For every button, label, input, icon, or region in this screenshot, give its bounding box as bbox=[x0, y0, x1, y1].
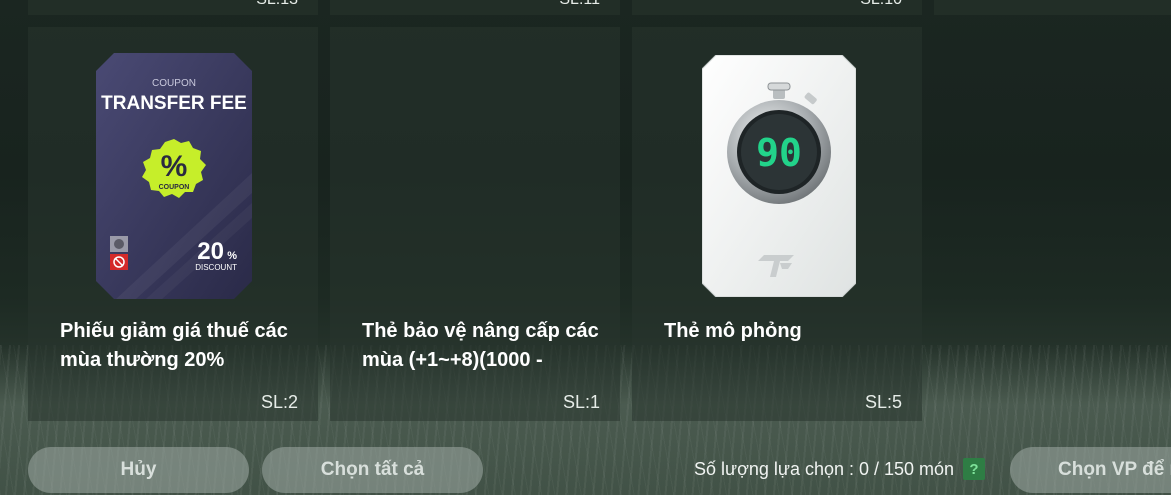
coupon-header: COUPON bbox=[152, 78, 196, 89]
quantity-label: SL:2 bbox=[260, 392, 298, 412]
coupon-discount-value: 20 bbox=[197, 238, 224, 265]
stopwatch-card-icon: 90 bbox=[702, 55, 856, 297]
top-card-2[interactable]: SL:11 bbox=[330, 0, 620, 15]
item-title: Phiếu giảm giá thuế các mùa thường 20% bbox=[60, 320, 288, 371]
quantity-label: SL:13 bbox=[256, 0, 298, 13]
top-card-1[interactable]: SL:13 bbox=[28, 0, 318, 15]
item-card-protection[interactable]: Thẻ bảo vệ nâng cấp các mùa (+1~+8)(1000… bbox=[330, 27, 620, 421]
top-card-4[interactable] bbox=[934, 0, 1171, 15]
item-card-coupon[interactable]: COUPON TRANSFER FEE % COUPON 20 % DISCOU… bbox=[28, 27, 318, 421]
select-all-button[interactable]: Chọn tất cả bbox=[262, 447, 483, 493]
item-card-simulation[interactable]: 90 Thẻ mô phỏng SL:5 bbox=[632, 27, 922, 421]
quantity-label: SL:10 bbox=[860, 0, 902, 13]
transfer-fee-coupon-icon: COUPON TRANSFER FEE % COUPON 20 % DISCOU… bbox=[96, 53, 252, 299]
coupon-title: TRANSFER FEE bbox=[101, 93, 247, 114]
coupon-discount-label: DISCOUNT bbox=[195, 263, 237, 272]
top-card-3[interactable]: SL:10 bbox=[632, 0, 922, 15]
coupon-badge-symbol: % bbox=[161, 150, 188, 183]
timer-value: 90 bbox=[756, 131, 802, 175]
quantity-label: SL:5 bbox=[864, 392, 902, 412]
item-title: Thẻ bảo vệ nâng cấp các mùa (+1~+8)(1000… bbox=[362, 320, 599, 371]
help-icon[interactable]: ? bbox=[963, 458, 985, 480]
item-title: Thẻ mô phỏng bbox=[664, 320, 802, 342]
cancel-button[interactable]: Hủy bbox=[28, 447, 249, 493]
coupon-discount-unit: % bbox=[227, 250, 237, 262]
quantity-label: SL:1 bbox=[562, 392, 600, 412]
choose-items-button[interactable]: Chọn VP để m bbox=[1010, 447, 1171, 493]
selection-count: Số lượng lựa chọn : 0 / 150 món bbox=[694, 459, 955, 479]
coupon-badge-label: COUPON bbox=[159, 184, 190, 191]
quantity-label: SL:11 bbox=[559, 0, 600, 13]
